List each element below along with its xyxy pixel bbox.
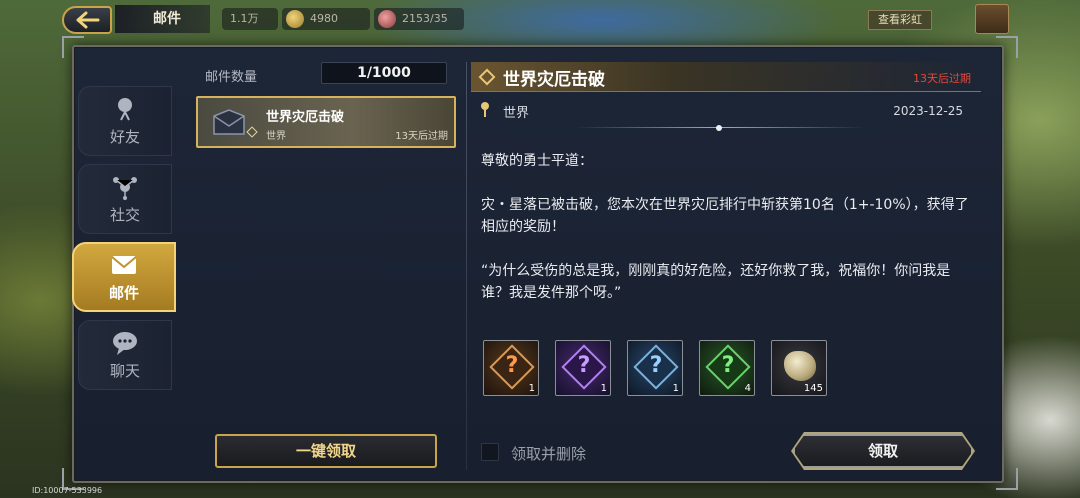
gold-coin-icon — [286, 10, 304, 28]
mail-expiry: 13天后过期 — [913, 72, 971, 85]
nav-tab-chat[interactable]: 聊天 — [78, 320, 172, 390]
mail-list-item[interactable]: 世界灾厄击破 世界 13天后过期 — [196, 96, 456, 148]
map-scroll-icon[interactable] — [975, 4, 1009, 34]
nav-tab-social[interactable]: 社交 — [78, 164, 172, 234]
reward-quantity: 145 — [803, 383, 823, 394]
claim-and-delete-checkbox[interactable] — [481, 443, 499, 461]
reward-item[interactable]: ? 1 — [627, 340, 683, 396]
frame-corner-ornament — [996, 36, 1018, 58]
reward-item[interactable]: ? 1 — [555, 340, 611, 396]
nav-label: 社交 — [109, 205, 140, 224]
reward-quantity: 1 — [600, 383, 607, 394]
claim-and-delete-label[interactable]: 领取并删除 — [511, 443, 586, 464]
nav-label: 邮件 — [108, 283, 139, 302]
mail-title: 世界灾厄击破 — [503, 70, 605, 90]
player-id: ID:10007-533996 — [32, 486, 103, 495]
reward-symbol: ? — [721, 353, 735, 378]
mail-list-panel: 邮件数量 1/1000 世界灾厄击破 世界 13天后过期 一键领取 — [193, 58, 463, 476]
resource-value: 2153/35 — [402, 12, 448, 25]
page-title: 邮件 — [115, 5, 210, 33]
ore-icon — [784, 351, 816, 381]
nav-tab-friends[interactable]: 好友 — [78, 86, 172, 156]
reward-symbol: ? — [649, 353, 663, 378]
mail-paragraph: 灾・星落已被击破，您本次在世界灾厄排行中斩获第10名（1+-10%），获得了相应… — [481, 197, 969, 235]
mail-body: 尊敬的勇士平道： 灾・星落已被击破，您本次在世界灾厄排行中斩获第10名（1+-1… — [481, 150, 971, 326]
reward-quantity: 1 — [528, 383, 535, 394]
sender-pin-icon — [481, 102, 489, 117]
frame-corner-ornament — [62, 36, 84, 58]
mail-date: 2023-12-25 — [893, 104, 963, 118]
reward-symbol: ? — [577, 353, 591, 378]
top-bar: 邮件 1.1万 4980 2153/35 查看彩虹 — [0, 0, 1080, 38]
resource-counter-1: 1.1万 — [222, 8, 278, 30]
mail-envelope-icon — [213, 109, 245, 135]
detail-header: 世界灾厄击破 13天后过期 — [471, 62, 981, 92]
resource-counter-2: 4980 — [282, 8, 370, 30]
back-arrow-icon — [76, 11, 100, 29]
mail-count-value: 1/1000 — [321, 62, 447, 84]
mail-paragraph: “为什么受伤的总是我，刚刚真的好危险，还好你救了我，祝福你！你问我是谁？我是发件… — [481, 263, 951, 301]
reward-item[interactable]: ? 4 — [699, 340, 755, 396]
reward-quantity: 4 — [744, 383, 751, 394]
diamond-icon — [478, 68, 496, 86]
mail-greeting: 尊敬的勇士平道： — [481, 153, 593, 169]
mail-item-title: 世界灾厄击破 — [266, 110, 345, 125]
resource-counter-3: 2153/35 — [374, 8, 464, 30]
network-icon — [113, 176, 137, 200]
claim-all-button[interactable]: 一键领取 — [215, 434, 437, 468]
side-nav: 好友 社交 邮件 聊天 — [72, 86, 176, 396]
source-diamond-icon — [246, 126, 258, 138]
envelope-icon — [111, 255, 137, 274]
mail-item-source: 世界 — [266, 131, 286, 142]
speech-bubble-icon — [113, 331, 137, 355]
mail-count-label: 邮件数量 — [205, 70, 258, 85]
claim-button[interactable]: 领取 — [793, 434, 973, 468]
nav-tab-mail[interactable]: 邮件 — [72, 242, 176, 312]
map-location-label[interactable]: 查看彩虹 — [868, 10, 932, 30]
gift-icon — [378, 10, 396, 28]
reward-quantity: 1 — [672, 383, 679, 394]
reward-item[interactable]: ? 1 — [483, 340, 539, 396]
back-button[interactable] — [62, 6, 112, 34]
frame-corner-ornament — [996, 468, 1018, 490]
mail-detail-panel: 世界灾厄击破 13天后过期 世界 2023-12-25 尊敬的勇士平道： 灾・星… — [467, 58, 997, 476]
reward-symbol: ? — [505, 353, 519, 378]
mail-sender: 世界 — [503, 106, 530, 121]
reward-list: ? 1 ? 1 ? 1 ? 4 145 — [483, 340, 843, 398]
resource-value: 4980 — [310, 12, 338, 25]
reward-item[interactable]: 145 — [771, 340, 827, 396]
mail-item-expiry: 13天后过期 — [395, 131, 448, 142]
pin-icon — [118, 97, 132, 120]
nav-label: 好友 — [109, 127, 140, 146]
ornament-divider — [575, 125, 865, 131]
nav-label: 聊天 — [109, 361, 140, 380]
